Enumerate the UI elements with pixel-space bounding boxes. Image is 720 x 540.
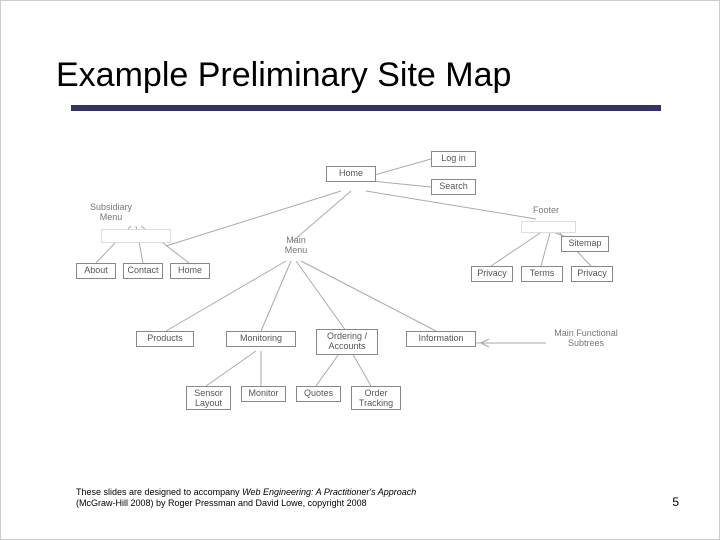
label-subsidiary-menu: Subsidiary Menu <box>81 203 141 223</box>
node-sensor-layout: Sensor Layout <box>186 386 231 410</box>
sitemap-diagram: Home Log in Search Subsidiary Menu Main … <box>71 151 661 441</box>
node-ordering-accounts: Ordering / Accounts <box>316 329 378 355</box>
node-privacy2: Privacy <box>571 266 613 282</box>
node-information: Information <box>406 331 476 347</box>
node-order-tracking: Order Tracking <box>351 386 401 410</box>
node-subsidiary-ghost <box>101 229 171 243</box>
footer-prefix: These slides are designed to accompany <box>76 487 242 497</box>
title-underline <box>71 105 661 111</box>
node-privacy: Privacy <box>471 266 513 282</box>
node-sitemap: Sitemap <box>561 236 609 252</box>
node-monitoring: Monitoring <box>226 331 296 347</box>
node-about: About <box>76 263 116 279</box>
node-terms: Terms <box>521 266 563 282</box>
page-title: Example Preliminary Site Map <box>56 56 511 95</box>
node-monitor: Monitor <box>241 386 286 402</box>
node-contact: Contact <box>123 263 163 279</box>
footer-line2: (McGraw-Hill 2008) by Roger Pressman and… <box>76 498 367 508</box>
node-quotes: Quotes <box>296 386 341 402</box>
footer-text: These slides are designed to accompany W… <box>76 487 556 510</box>
node-home: Home <box>326 166 376 182</box>
node-products: Products <box>136 331 194 347</box>
slide: Example Preliminary Site Map <box>0 0 720 540</box>
label-main-functional-subtrees: Main Functional Subtrees <box>546 329 626 349</box>
node-footer-ghost <box>521 221 576 233</box>
page-number: 5 <box>672 495 679 509</box>
node-search: Search <box>431 179 476 195</box>
label-footer: Footer <box>526 206 566 216</box>
footer-book-title: Web Engineering: A Practitioner's Approa… <box>242 487 416 497</box>
node-home2: Home <box>170 263 210 279</box>
node-login: Log in <box>431 151 476 167</box>
label-main-menu: Main Menu <box>276 236 316 256</box>
